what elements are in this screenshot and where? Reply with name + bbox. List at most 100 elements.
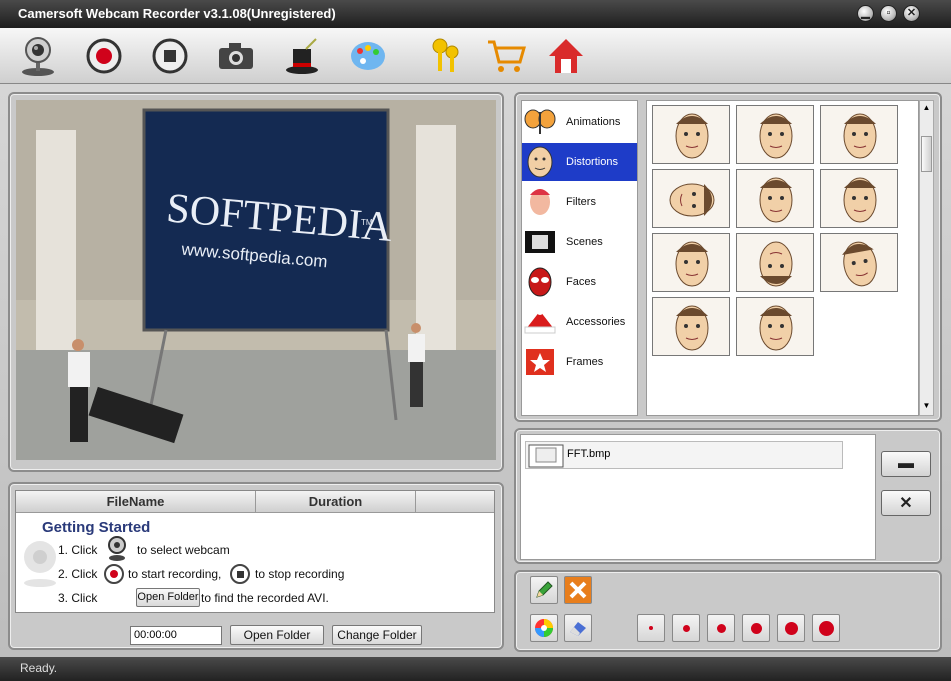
- maximize-button[interactable]: ▫: [880, 5, 897, 22]
- effect-thumbnail[interactable]: [736, 105, 814, 164]
- film-icon: [525, 231, 555, 253]
- face-thumbnail-icon: [675, 241, 709, 287]
- effect-thumbnail[interactable]: [652, 169, 730, 228]
- remove-overlay-button[interactable]: ▬: [881, 451, 931, 477]
- snapshot-button[interactable]: [214, 34, 258, 78]
- clear-overlays-button[interactable]: ✕: [881, 490, 931, 516]
- effect-thumbnail[interactable]: [652, 105, 730, 164]
- open-folder-inline-button[interactable]: Open Folder: [136, 588, 200, 607]
- effect-thumbnail-grid: [646, 100, 919, 416]
- overlay-file-item[interactable]: FFT.bmp: [525, 441, 843, 469]
- category-frames[interactable]: Frames: [522, 343, 637, 381]
- scroll-thumb[interactable]: [921, 136, 932, 172]
- brush-size-button[interactable]: [637, 614, 665, 642]
- stop-icon: [152, 38, 188, 74]
- category-faces[interactable]: Faces: [522, 263, 637, 301]
- effect-thumbnail[interactable]: [820, 233, 898, 292]
- effect-thumbnail[interactable]: [736, 169, 814, 228]
- category-label: Distortions: [566, 156, 618, 168]
- file-list[interactable]: FileName Duration Getting Started 1. Cli…: [15, 490, 495, 613]
- column-header-filename[interactable]: FileName: [16, 491, 256, 513]
- brush-size-button[interactable]: [672, 614, 700, 642]
- effect-category-list: Animations Distortions Filters Scenes Fa…: [521, 100, 638, 416]
- step2-suffix: to stop recording: [255, 567, 345, 581]
- eraser-all-button[interactable]: [564, 576, 592, 604]
- category-label: Filters: [566, 196, 596, 208]
- preview-scene: SOFTPEDIA TM www.softpedia.com: [16, 100, 496, 460]
- webcam-button[interactable]: [16, 34, 60, 78]
- record-icon: [86, 38, 122, 74]
- face-thumbnail-icon: [669, 183, 715, 217]
- step3-suffix: to find the recorded AVI.: [201, 591, 329, 605]
- paint-button[interactable]: [346, 34, 390, 78]
- eraser-button[interactable]: [564, 614, 592, 642]
- step3-prefix: 3. Click: [58, 591, 98, 605]
- brush-size-button[interactable]: [812, 614, 840, 642]
- scroll-up-icon[interactable]: ▲: [921, 103, 932, 113]
- effects-button[interactable]: [280, 34, 324, 78]
- brush-dot-icon: [716, 623, 726, 633]
- thumbnail-scrollbar[interactable]: ▲ ▼: [919, 100, 934, 416]
- webcam-icon: [22, 37, 54, 76]
- brush-dot-icon: [750, 622, 762, 634]
- effect-thumbnail[interactable]: [820, 105, 898, 164]
- column-header-duration[interactable]: Duration: [256, 491, 416, 513]
- spider-mask-icon: [528, 267, 552, 297]
- face-thumbnail-icon: [675, 305, 709, 351]
- effect-thumbnail[interactable]: [736, 297, 814, 356]
- category-label: Animations: [566, 116, 621, 128]
- record-button[interactable]: [82, 34, 126, 78]
- overlay-file-name: FFT.bmp: [567, 448, 611, 460]
- minimize-button[interactable]: ▁: [857, 5, 874, 22]
- brush-dot-icon: [682, 624, 690, 632]
- category-animations[interactable]: Animations: [522, 103, 637, 141]
- open-folder-button[interactable]: Open Folder: [230, 625, 324, 645]
- status-text: Ready.: [20, 661, 58, 675]
- webcam-small-icon: [108, 536, 126, 561]
- register-button[interactable]: [424, 34, 468, 78]
- color-wheel-icon: [535, 619, 553, 637]
- stop-small-icon: [230, 564, 250, 584]
- effect-thumbnail[interactable]: [820, 169, 898, 228]
- close-button[interactable]: ✕: [903, 5, 920, 22]
- toolbar: [0, 28, 951, 84]
- category-label: Scenes: [566, 236, 603, 248]
- step2-middle: to start recording,: [128, 567, 222, 581]
- category-accessories[interactable]: Accessories: [522, 303, 637, 341]
- brush-size-button[interactable]: [777, 614, 805, 642]
- category-distortions[interactable]: Distortions: [522, 143, 637, 181]
- face-thumbnail-icon: [759, 113, 793, 159]
- getting-started-title: Getting Started: [42, 519, 151, 536]
- home-button[interactable]: [544, 34, 588, 78]
- face-thumbnail-icon: [843, 177, 877, 223]
- buy-button[interactable]: [484, 34, 528, 78]
- pencil-button[interactable]: [530, 576, 558, 604]
- scroll-down-icon[interactable]: ▼: [921, 401, 932, 411]
- palette-icon: [351, 42, 385, 70]
- color-picker-button[interactable]: [530, 614, 558, 642]
- category-label: Frames: [566, 356, 604, 368]
- category-filters[interactable]: Filters: [522, 183, 637, 221]
- effect-thumbnail[interactable]: [652, 297, 730, 356]
- brush-size-button[interactable]: [707, 614, 735, 642]
- title-bar: Camersoft Webcam Recorder v3.1.08(Unregi…: [0, 0, 951, 28]
- brush-size-button[interactable]: [742, 614, 770, 642]
- bitmap-file-icon: [528, 444, 564, 468]
- change-folder-button[interactable]: Change Folder: [332, 625, 422, 645]
- keys-icon: [432, 38, 459, 72]
- category-scenes[interactable]: Scenes: [522, 223, 637, 261]
- face-filter-icon: [530, 189, 550, 215]
- effect-thumbnail[interactable]: [652, 233, 730, 292]
- face-thumbnail-icon: [759, 177, 793, 223]
- stop-button[interactable]: [148, 34, 192, 78]
- category-label: Accessories: [566, 316, 626, 328]
- time-display: 00:00:00: [130, 626, 222, 645]
- record-small-icon: [104, 564, 124, 584]
- webcam-watermark-icon: [24, 541, 56, 587]
- effect-thumbnail[interactable]: [736, 233, 814, 292]
- overlay-file-list[interactable]: FFT.bmp: [520, 434, 876, 560]
- brush-dot-icon: [649, 626, 653, 630]
- face-thumbnail-icon: [675, 113, 709, 159]
- butterfly-icon: [524, 109, 556, 134]
- santa-hat-icon: [524, 309, 556, 334]
